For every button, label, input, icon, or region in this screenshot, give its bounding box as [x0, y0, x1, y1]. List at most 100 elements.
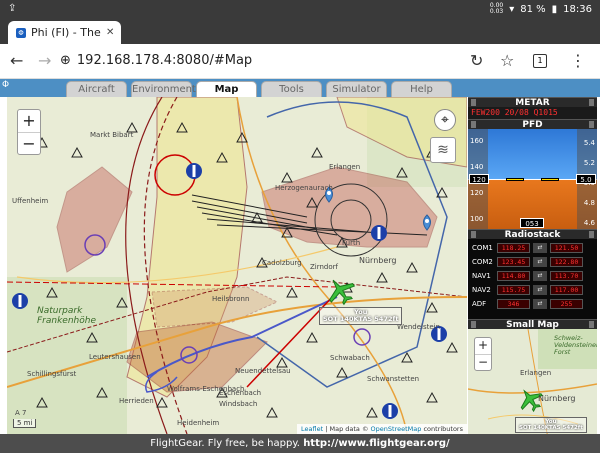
center-target-icon[interactable]: ⌖	[434, 109, 456, 131]
radio-label: NAV2	[472, 286, 491, 294]
radio-row-com2: COM2 123.45 ⇄ 122.80	[470, 256, 595, 268]
speed-tick-label: 100	[470, 215, 484, 223]
radiostack: COM1 118.25 ⇄ 121.50 COM2 123.45 ⇄ 122.80 NAV1 11…	[468, 239, 597, 319]
place-label: Herrieden	[119, 397, 154, 405]
altitude-tick-label: 5.2	[583, 159, 595, 167]
tab-map[interactable]: Map	[196, 81, 257, 97]
standby-frequency[interactable]: 122.80	[550, 257, 583, 267]
tab-help[interactable]: Help	[391, 81, 452, 97]
leaflet-link[interactable]: Leaflet	[301, 425, 323, 433]
forward-arrow-icon[interactable]: →	[38, 52, 51, 70]
panel-handle-icon[interactable]	[589, 99, 594, 106]
airport-icon[interactable]	[382, 403, 398, 419]
place-label: Nürnberg	[538, 394, 576, 403]
tab-switcher-button[interactable]: 1	[533, 54, 547, 68]
zoom-in-button[interactable]: +	[18, 110, 40, 132]
panel-handle-icon[interactable]	[471, 321, 476, 328]
osm-link[interactable]: OpenStreetMap	[371, 425, 422, 433]
pfd-header[interactable]: PFD	[468, 119, 597, 130]
clock: 18:36	[563, 3, 592, 15]
layers-icon[interactable]: ≋	[430, 137, 456, 163]
panel-handle-icon[interactable]	[589, 231, 594, 238]
small-map-header[interactable]: Small Map	[468, 319, 597, 330]
zoom-in-button[interactable]: +	[475, 338, 491, 354]
place-label: Markt Bibart	[90, 131, 134, 139]
active-frequency[interactable]: 346	[497, 299, 530, 309]
panel-handle-icon[interactable]	[471, 121, 476, 128]
footer: FlightGear. Fly free, be happy. http://w…	[0, 434, 600, 453]
standby-frequency[interactable]: 255	[550, 299, 583, 309]
swap-frequency-button[interactable]: ⇄	[533, 257, 547, 267]
place-label: Fürth	[342, 239, 361, 247]
altitude-tick-label: 5.4	[583, 139, 595, 147]
aircraft-callsign-label: You SOT 140KTAS 5472ft	[319, 307, 403, 325]
radio-row-adf: ADF 346 ⇄ 255	[470, 298, 595, 310]
active-frequency[interactable]: 114.80	[497, 271, 530, 281]
back-arrow-icon[interactable]: ←	[10, 52, 23, 70]
bookmark-star-icon[interactable]: ☆	[500, 52, 514, 70]
radiostack-header[interactable]: Radiostack	[468, 229, 597, 240]
map-canvas[interactable]	[7, 97, 467, 434]
tab-aircraft[interactable]: Aircraft	[66, 81, 127, 97]
reload-icon[interactable]: ↻	[470, 52, 483, 70]
tab-simulator[interactable]: Simulator	[326, 81, 387, 97]
radio-label: NAV1	[472, 272, 491, 280]
upload-icon: ⇪	[8, 3, 17, 14]
browser-tab[interactable]: Φ Phi (FI) - The F ✕	[8, 21, 121, 44]
road-label: A 7	[15, 409, 27, 417]
place-label: Wendelstein	[397, 323, 441, 331]
radio-row-com1: COM1 118.25 ⇄ 121.50	[470, 242, 595, 254]
active-frequency[interactable]: 118.25	[497, 243, 530, 253]
main-map[interactable]: Markt Bibart Uffenheim Erlangen Herzogen…	[7, 97, 467, 434]
tab-tools[interactable]: Tools	[261, 81, 322, 97]
swap-frequency-button[interactable]: ⇄	[533, 271, 547, 281]
footer-link[interactable]: http://www.flightgear.org/	[303, 438, 450, 449]
standby-frequency[interactable]: 113.70	[550, 271, 583, 281]
panel-handle-icon[interactable]	[589, 121, 594, 128]
wing-marker-left	[506, 178, 524, 181]
airport-icon[interactable]	[371, 225, 387, 241]
small-map[interactable]: Erlangen Nürnberg Schweiz- Veldensteiner…	[468, 329, 597, 438]
altitude-tick-label: 4.8	[583, 199, 595, 207]
metar-header[interactable]: METAR	[468, 97, 597, 108]
zoom-out-button[interactable]: −	[475, 354, 491, 370]
battery-icon: ▮	[551, 3, 558, 15]
panel-handle-icon[interactable]	[471, 231, 476, 238]
zoom-out-button[interactable]: −	[18, 132, 40, 154]
address-field[interactable]: ⊕ 192.168.178.4:8080/#Map	[60, 53, 252, 68]
heading-readout: 053	[520, 218, 544, 228]
panel-handle-icon[interactable]	[471, 99, 476, 106]
airport-icon[interactable]	[186, 163, 202, 179]
naturpark-label: Naturpark Frankenhöhe	[37, 306, 97, 326]
footer-tagline: FlightGear. Fly free, be happy.	[150, 438, 300, 449]
swap-frequency-button[interactable]: ⇄	[533, 243, 547, 253]
browser-tab-title: Phi (FI) - The F	[31, 26, 101, 39]
place-label: Schwanstetten	[367, 375, 420, 383]
swap-frequency-button[interactable]: ⇄	[533, 285, 547, 295]
small-map-zoom-control: + −	[474, 337, 492, 371]
wing-marker-right	[541, 178, 559, 181]
network-speed: 0.00 0.03	[489, 2, 504, 15]
forest-label: Schweiz- Veldensteiner Forst	[554, 334, 597, 356]
altitude-readout: 5.0	[576, 174, 596, 184]
tab-environment[interactable]: Environment	[131, 81, 196, 97]
standby-frequency[interactable]: 121.50	[550, 243, 583, 253]
overflow-menu-icon[interactable]: ⋮	[570, 52, 586, 70]
panel-handle-icon[interactable]	[589, 321, 594, 328]
airport-icon[interactable]	[12, 293, 28, 309]
standby-frequency[interactable]: 117.00	[550, 285, 583, 295]
app-navigation: Φ Aircraft Environment Map Tools Simulator He…	[0, 79, 600, 97]
speed-tick-label: 120	[470, 189, 484, 197]
map-scale: 5 mi	[13, 419, 37, 428]
active-frequency[interactable]: 115.75	[497, 285, 530, 295]
place-label: Erlangen	[329, 163, 361, 171]
place-label: Schwabach	[330, 354, 370, 362]
globe-icon: ⊕	[60, 53, 71, 68]
close-tab-icon[interactable]: ✕	[106, 27, 114, 38]
android-status-bar: ⇪ 0.00 0.03 ▾ 81 % ▮ 18:36	[0, 0, 600, 19]
swap-frequency-button[interactable]: ⇄	[533, 299, 547, 309]
metar-text: FEW200 20/08 Q1015	[468, 107, 597, 119]
active-frequency[interactable]: 123.45	[497, 257, 530, 267]
radio-row-nav1: NAV1 114.80 ⇄ 113.70	[470, 270, 595, 282]
speed-tick-label: 140	[470, 163, 484, 171]
